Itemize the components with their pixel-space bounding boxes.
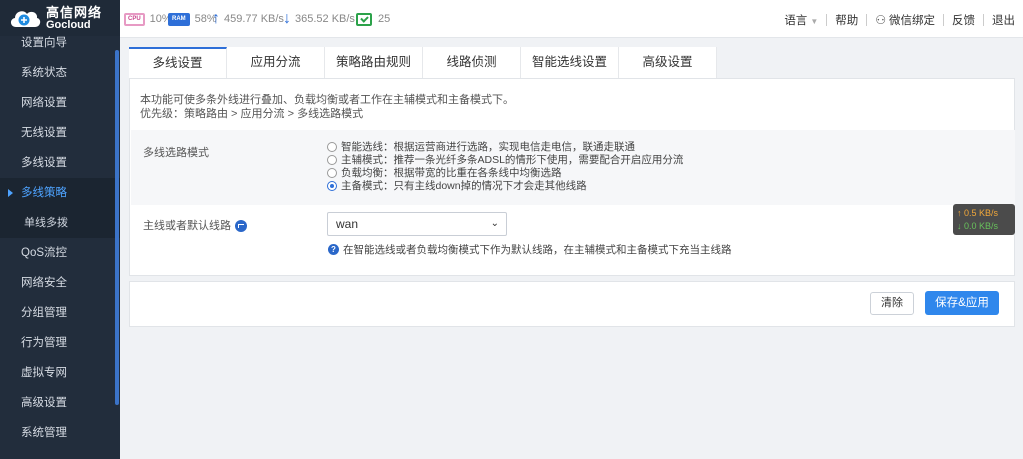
wechat-icon: ⚇ (875, 13, 886, 27)
default-line-select[interactable]: wan ⌄ (327, 212, 507, 236)
default-line-row: 主线或者默认线路 wan ⌄ ? 在智能选线或者负载均衡模式下作为默认线路，在主… (131, 205, 1015, 275)
logout-link[interactable]: 退出 (992, 12, 1015, 28)
divider (983, 14, 984, 26)
divider (866, 14, 868, 26)
mode-label: 多线选路模式 (143, 147, 209, 159)
wechat-bind-link[interactable]: ⚇ 微信绑定 (875, 12, 935, 28)
devices-stat: 25 (356, 11, 390, 27)
priority-line: 优先级：策略路由 > 应用分流 > 多线选路模式 (140, 108, 364, 120)
upload-value: 459.77 KB/s (224, 13, 284, 25)
speed-overlay[interactable]: ↑ 0.5 KB/s ↓ 0.0 KB/s (953, 204, 1015, 235)
sidebar-item-single-line-multi-dial[interactable]: 单线多拨 (0, 208, 120, 238)
language-label: 语言 (784, 15, 808, 27)
caret-down-icon: ▼ (810, 17, 819, 26)
download-value: 365.52 KB/s (295, 13, 355, 25)
radio-button[interactable] (327, 141, 337, 152)
divider (826, 14, 828, 26)
mode-radio-group: 智能选线：根据运营商进行选路，实现电信走电信，联通走联通 主辅模式：推荐一条光纤… (327, 140, 683, 192)
sidebar-item-multiline-settings[interactable]: 多线设置 (0, 148, 120, 178)
download-arrow-icon: ↓ (283, 10, 291, 27)
mode-row: 多线选路模式 智能选线：根据运营商进行选路，实现电信走电信，联通走联通 主辅模式… (131, 130, 1015, 205)
sidebar-item-advanced-settings[interactable]: 高级设置 (0, 388, 120, 418)
ram-icon: RAM (168, 12, 190, 26)
description-line: 本功能可使多条外线进行叠加、负载均衡或者工作在主辅模式和主备模式下。 (140, 94, 514, 106)
hint-text: 在智能选线或者负载均衡模式下作为默认线路，在主辅模式和主备模式下充当主线路 (343, 244, 732, 256)
mode-option-label: 主备模式：只有主线down掉的情况下才会走其他线路 (341, 180, 587, 192)
cpu-icon: CPU (124, 12, 145, 26)
default-line-hint: ? 在智能选线或者负载均衡模式下作为默认线路，在主辅模式和主备模式下充当主线路 (328, 242, 732, 257)
sidebar-item-system-management[interactable]: 系统管理 (0, 418, 120, 448)
online-devices-icon (356, 12, 372, 26)
save-apply-button[interactable]: 保存&应用 (925, 291, 999, 315)
chevron-down-icon: ⌄ (490, 218, 499, 229)
radio-button-checked[interactable] (327, 180, 337, 191)
mode-option-failover[interactable]: 主备模式：只有主线down掉的情况下才会走其他线路 (327, 179, 683, 192)
settings-panel: 本功能可使多条外线进行叠加、负载均衡或者工作在主辅模式和主备模式下。 优先级：策… (129, 78, 1015, 276)
ram-stat: RAM 58% (168, 11, 217, 27)
cpu-stat: CPU 10% (124, 11, 172, 27)
tab-app-split[interactable]: 应用分流 (227, 47, 325, 78)
sidebar-item-behavior-management[interactable]: 行为管理 (0, 328, 120, 358)
sidebar-item-system-status[interactable]: 系统状态 (0, 58, 120, 88)
help-circle-icon: ? (328, 244, 339, 255)
sidebar-menu: 设置向导 系统状态 网络设置 无线设置 多线设置 多线策略 单线多拨 QoS流控… (0, 28, 120, 448)
upload-stat: ↑ 459.77 KB/s (212, 10, 284, 27)
overlay-download-speed: ↓ 0.0 KB/s (957, 221, 999, 231)
radio-button[interactable] (327, 154, 337, 165)
tab-smart-line-settings[interactable]: 智能选线设置 (521, 47, 619, 78)
default-line-value: wan (336, 217, 359, 231)
action-bar: 清除 保存&应用 (129, 281, 1015, 327)
tab-multiline-settings[interactable]: 多线设置 (129, 47, 227, 78)
sidebar-item-wireless-settings[interactable]: 无线设置 (0, 118, 120, 148)
feedback-link[interactable]: 反馈 (952, 12, 975, 28)
sidebar: 高信网络 Gocloud 设置向导 系统状态 网络设置 无线设置 多线设置 多线… (0, 0, 120, 459)
radio-button[interactable] (327, 167, 337, 178)
tooltip-icon[interactable] (235, 220, 247, 233)
clear-button[interactable]: 清除 (870, 292, 914, 315)
tab-bar: 多线设置 应用分流 策略路由规则 线路侦测 智能选线设置 高级设置 (129, 47, 717, 78)
sidebar-item-multiline-policy[interactable]: 多线策略 (0, 178, 120, 208)
sidebar-scrollbar[interactable] (115, 50, 119, 405)
panel-description: 本功能可使多条外线进行叠加、负载均衡或者工作在主辅模式和主备模式下。 优先级：策… (140, 93, 514, 121)
upload-arrow-icon: ↑ (212, 10, 220, 27)
top-bar: CPU 10% RAM 58% ↑ 459.77 KB/s ↓ 365.52 K… (120, 0, 1023, 38)
sidebar-item-group-management[interactable]: 分组管理 (0, 298, 120, 328)
wechat-bind-label: 微信绑定 (889, 15, 935, 27)
sidebar-item-network-security[interactable]: 网络安全 (0, 268, 120, 298)
language-menu[interactable]: 语言 ▼ (784, 12, 818, 28)
brand-name-cn: 高信网络 (46, 4, 103, 20)
help-link[interactable]: 帮助 (835, 12, 858, 28)
tab-advanced-settings[interactable]: 高级设置 (619, 47, 717, 78)
overlay-upload-speed: ↑ 0.5 KB/s (957, 208, 999, 218)
devices-value: 25 (378, 13, 391, 25)
sidebar-item-network-settings[interactable]: 网络设置 (0, 88, 120, 118)
default-line-label: 主线或者默认线路 (143, 220, 231, 232)
default-line-label-wrap: 主线或者默认线路 (143, 217, 247, 233)
top-links: 语言 ▼ 帮助 ⚇ 微信绑定 反馈 退出 (784, 12, 1015, 28)
sidebar-item-vpn[interactable]: 虚拟专网 (0, 358, 120, 388)
tab-policy-route-rules[interactable]: 策略路由规则 (325, 47, 423, 78)
divider (943, 14, 944, 26)
tab-line-detection[interactable]: 线路侦测 (423, 47, 521, 78)
download-stat: ↓ 365.52 KB/s (283, 10, 355, 27)
sidebar-item-setup-wizard[interactable]: 设置向导 (0, 28, 120, 58)
sidebar-item-qos[interactable]: QoS流控 (0, 238, 120, 268)
